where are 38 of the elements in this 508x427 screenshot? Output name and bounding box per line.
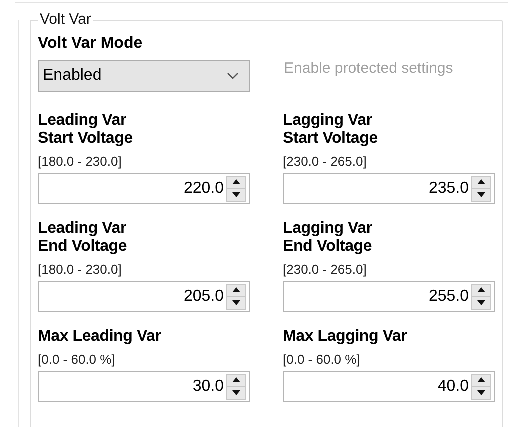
number-spinner[interactable]: 220.0: [38, 173, 250, 204]
field-label: Start Voltage: [283, 130, 379, 148]
field-label: Leading Var: [38, 112, 128, 130]
field-label: Volt Var Mode: [38, 34, 144, 54]
range-hint: [230.0 - 265.0]: [283, 262, 368, 278]
mode-dropdown[interactable]: Enabled: [38, 60, 250, 92]
number-spinner[interactable]: 255.0: [283, 281, 495, 312]
range-hint: [230.0 - 265.0]: [283, 154, 368, 170]
triangle-up-icon: [232, 287, 240, 294]
triangle-down-icon: [476, 390, 486, 396]
number-spinner[interactable]: 205.0: [38, 281, 250, 312]
chevron-down-icon: [227, 72, 239, 80]
triangle-down-icon: [476, 192, 486, 198]
field-label: End Voltage: [38, 238, 128, 256]
field-label: Start Voltage: [38, 130, 134, 148]
triangle-up-icon: [476, 287, 486, 294]
number-spinner[interactable]: 30.0: [38, 371, 250, 402]
protected-settings-label: Enable protected settings: [284, 58, 454, 79]
range-hint: [180.0 - 230.0]: [38, 262, 123, 278]
field-label: End Voltage: [283, 238, 374, 256]
number-spinner[interactable]: 40.0: [283, 371, 495, 402]
range-hint: [0.0 - 60.0 %]: [283, 352, 362, 368]
field-label: Lagging Var: [283, 220, 374, 238]
field-label: Max Leading Var: [38, 328, 162, 346]
triangle-up-icon: [476, 179, 486, 186]
range-hint: [0.0 - 60.0 %]: [38, 352, 116, 368]
field-label: Lagging Var: [283, 112, 374, 130]
triangle-down-icon: [232, 390, 240, 396]
triangle-up-icon: [476, 377, 486, 384]
triangle-up-icon: [232, 179, 240, 186]
triangle-up-icon: [232, 377, 240, 384]
field-label: Leading Var: [38, 220, 128, 238]
range-hint: [180.0 - 230.0]: [38, 154, 123, 170]
field-label: Max Lagging Var: [283, 328, 408, 346]
number-spinner[interactable]: 235.0: [283, 173, 495, 204]
triangle-down-icon: [476, 300, 486, 306]
triangle-down-icon: [232, 192, 240, 198]
triangle-down-icon: [232, 300, 240, 306]
